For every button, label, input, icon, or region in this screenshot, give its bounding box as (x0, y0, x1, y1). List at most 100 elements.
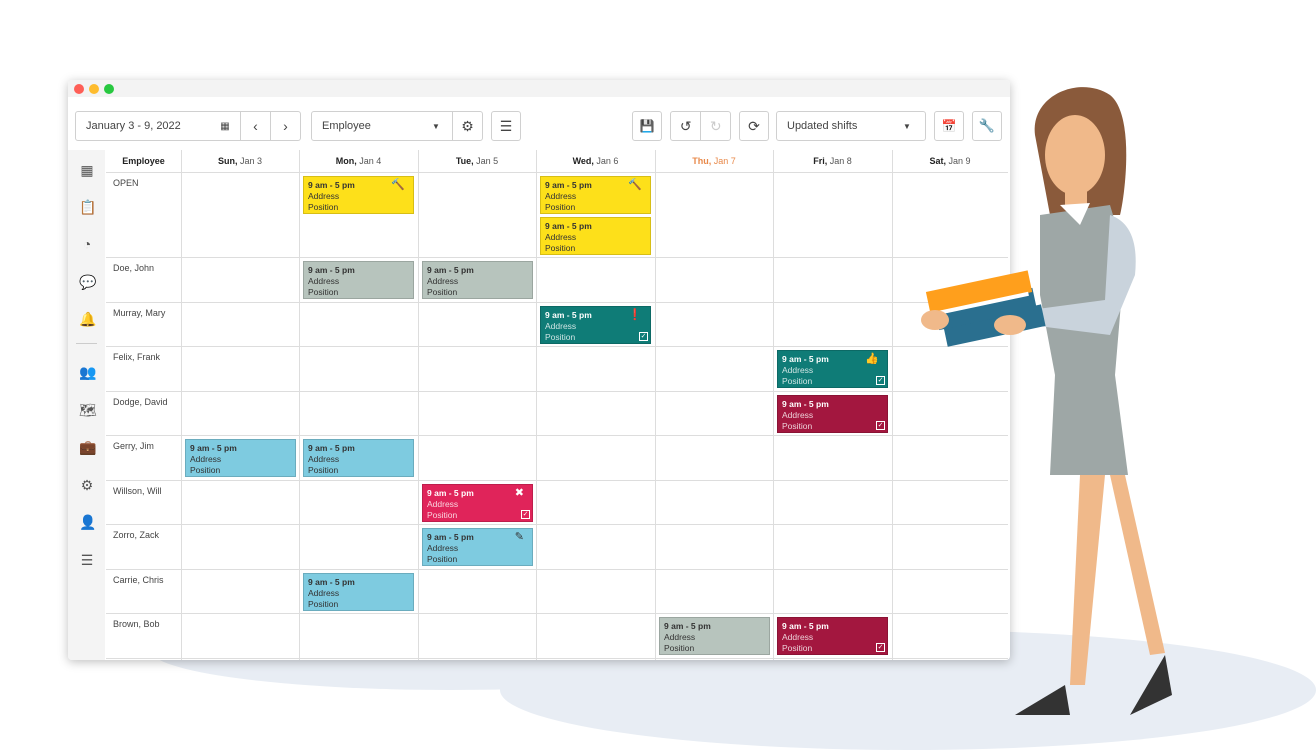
shift-address: Address (782, 632, 814, 642)
employee-name[interactable]: Brown, Bob (113, 619, 160, 629)
shift-time: 9 am - 5 pm (427, 488, 474, 498)
column-header-day[interactable]: Sun, Jan 3 (181, 150, 299, 172)
shift-card[interactable]: 9 am - 5 pm Address Position (303, 573, 414, 611)
maximize-window-button[interactable] (104, 84, 114, 94)
shift-card[interactable]: 9 am - 5 pm Address Position ✓ (777, 617, 888, 655)
column-divider (536, 150, 537, 660)
group-by-select[interactable]: Employee ▼ ⚙ (311, 111, 483, 141)
shift-card[interactable]: 9 am - 5 pm Address Position (540, 217, 651, 255)
users-cog-icon[interactable]: 👥 (79, 364, 96, 380)
chevron-down-icon: ▼ (432, 121, 440, 131)
shift-time: 9 am - 5 pm (308, 577, 355, 587)
minimize-window-button[interactable] (89, 84, 99, 94)
shift-position: Position (427, 510, 458, 520)
briefcase-icon[interactable]: 💼 (79, 439, 96, 455)
shift-card[interactable]: 9 am - 5 pm Address Position ✎ (422, 528, 533, 566)
row-divider (106, 172, 1008, 173)
undo-button[interactable]: ↺ (671, 112, 700, 140)
chat-icon[interactable]: 💬 (79, 274, 96, 290)
shift-time: 9 am - 5 pm (427, 532, 474, 542)
shift-card[interactable]: 9 am - 5 pm Address Position (422, 261, 533, 299)
row-divider (106, 480, 1008, 481)
next-week-button[interactable]: › (270, 112, 300, 140)
calendar-icon[interactable]: ▦ (210, 112, 240, 140)
shift-card[interactable]: 9 am - 5 pm Address Position 👍 ✓ (777, 350, 888, 388)
gear-icon[interactable]: ⚙ (452, 112, 482, 140)
employee-name[interactable]: Doe, John (113, 263, 154, 273)
shift-time: 9 am - 5 pm (782, 621, 829, 631)
shift-card[interactable]: 9 am - 5 pm Address Position ❗ ✓ (540, 306, 651, 344)
shift-card[interactable]: 9 am - 5 pm Address Position (303, 439, 414, 477)
pie-chart-icon[interactable]: ◔ (79, 236, 95, 252)
shift-time: 9 am - 5 pm (190, 443, 237, 453)
refresh-button[interactable]: ⟳ (739, 111, 769, 141)
sidebar: ▦ 📋 ◔ 💬 🔔 👥 🗺 💼 ⚙ 👤 ☰ (68, 150, 105, 660)
shift-address: Address (664, 632, 696, 642)
employee-name[interactable]: Dodge, David (113, 397, 168, 407)
employee-name[interactable]: Murray, Mary (113, 308, 165, 318)
shift-address: Address (545, 232, 577, 242)
column-divider (299, 150, 300, 660)
employee-name[interactable]: Zorro, Zack (113, 530, 159, 540)
save-button[interactable]: 💾 (632, 111, 662, 141)
alert-icon: ❗ (628, 309, 642, 321)
employee-name[interactable]: Gerry, Jim (113, 441, 154, 451)
row-divider (106, 613, 1008, 614)
column-divider (773, 150, 774, 660)
employee-name[interactable]: Carrie, Chris (113, 575, 164, 585)
checkbox-checked-icon[interactable]: ✓ (876, 376, 885, 385)
shift-address: Address (308, 276, 340, 286)
shift-card[interactable]: 9 am - 5 pm Address Position (185, 439, 296, 477)
gavel-icon: 🔨 (391, 179, 405, 191)
app-window: January 3 - 9, 2022 ▦ ‹ › Employee ▼ ⚙ ☰… (68, 80, 1010, 660)
sidebar-divider (76, 343, 97, 344)
gear-icon[interactable]: ⚙ (79, 477, 95, 493)
shift-position: Position (782, 376, 813, 386)
employee-name[interactable]: OPEN (113, 178, 139, 188)
column-header-day[interactable]: Fri, Jan 8 (773, 150, 892, 172)
shift-position: Position (308, 287, 339, 297)
shift-card[interactable]: 9 am - 5 pm Address Position 🔨 (540, 176, 651, 214)
checkbox-checked-icon[interactable]: ✓ (876, 421, 885, 430)
date-range-picker[interactable]: January 3 - 9, 2022 ▦ ‹ › (75, 111, 301, 141)
column-divider (655, 150, 656, 660)
edit-icon: ✎ (514, 531, 524, 543)
row-divider (106, 569, 1008, 570)
employee-name[interactable]: Felix, Frank (113, 352, 160, 362)
shift-time: 9 am - 5 pm (427, 265, 474, 275)
clipboard-check-icon[interactable]: 📋 (79, 199, 96, 215)
bell-icon[interactable]: 🔔 (79, 311, 96, 327)
redo-button[interactable]: ↻ (700, 112, 730, 140)
shift-position: Position (427, 554, 458, 564)
shift-card[interactable]: 9 am - 5 pm Address Position (659, 617, 770, 655)
grid-icon[interactable]: ▦ (79, 162, 95, 178)
checkbox-checked-icon[interactable]: ✓ (876, 643, 885, 652)
shift-address: Address (308, 588, 340, 598)
shift-card[interactable]: 9 am - 5 pm Address Position ✖ ✓ (422, 484, 533, 522)
shift-card[interactable]: 9 am - 5 pm Address Position (303, 261, 414, 299)
shift-card[interactable]: 9 am - 5 pm Address Position ✓ (777, 395, 888, 433)
gavel-plus-icon: 🔨 (628, 179, 642, 191)
shift-card[interactable]: 9 am - 5 pm Address Position 🔨 (303, 176, 414, 214)
shift-position: Position (308, 202, 339, 212)
thumbs-up-icon: 👍 (865, 353, 879, 365)
checkbox-checked-icon[interactable]: ✓ (639, 332, 648, 341)
column-header-day[interactable]: Thu, Jan 7 (655, 150, 773, 172)
checkbox-checked-icon[interactable]: ✓ (521, 510, 530, 519)
map-icon[interactable]: 🗺 (79, 402, 97, 418)
shift-time: 9 am - 5 pm (664, 621, 711, 631)
user-icon[interactable]: 👤 (79, 514, 96, 530)
employee-name[interactable]: Willson, Will (113, 486, 162, 496)
column-header-day[interactable]: Mon, Jan 4 (299, 150, 418, 172)
list-icon[interactable]: ☰ (79, 552, 95, 568)
shift-position: Position (545, 243, 576, 253)
prev-week-button[interactable]: ‹ (240, 112, 270, 140)
shift-filter-select[interactable]: Updated shifts ▼ (776, 111, 926, 141)
close-window-button[interactable] (74, 84, 84, 94)
shift-address: Address (545, 321, 577, 331)
column-header-day[interactable]: Tue, Jan 5 (418, 150, 536, 172)
sliders-button[interactable]: ☰ (491, 111, 521, 141)
column-header-day[interactable]: Wed, Jan 6 (536, 150, 655, 172)
shift-address: Address (308, 191, 340, 201)
row-divider (106, 524, 1008, 525)
